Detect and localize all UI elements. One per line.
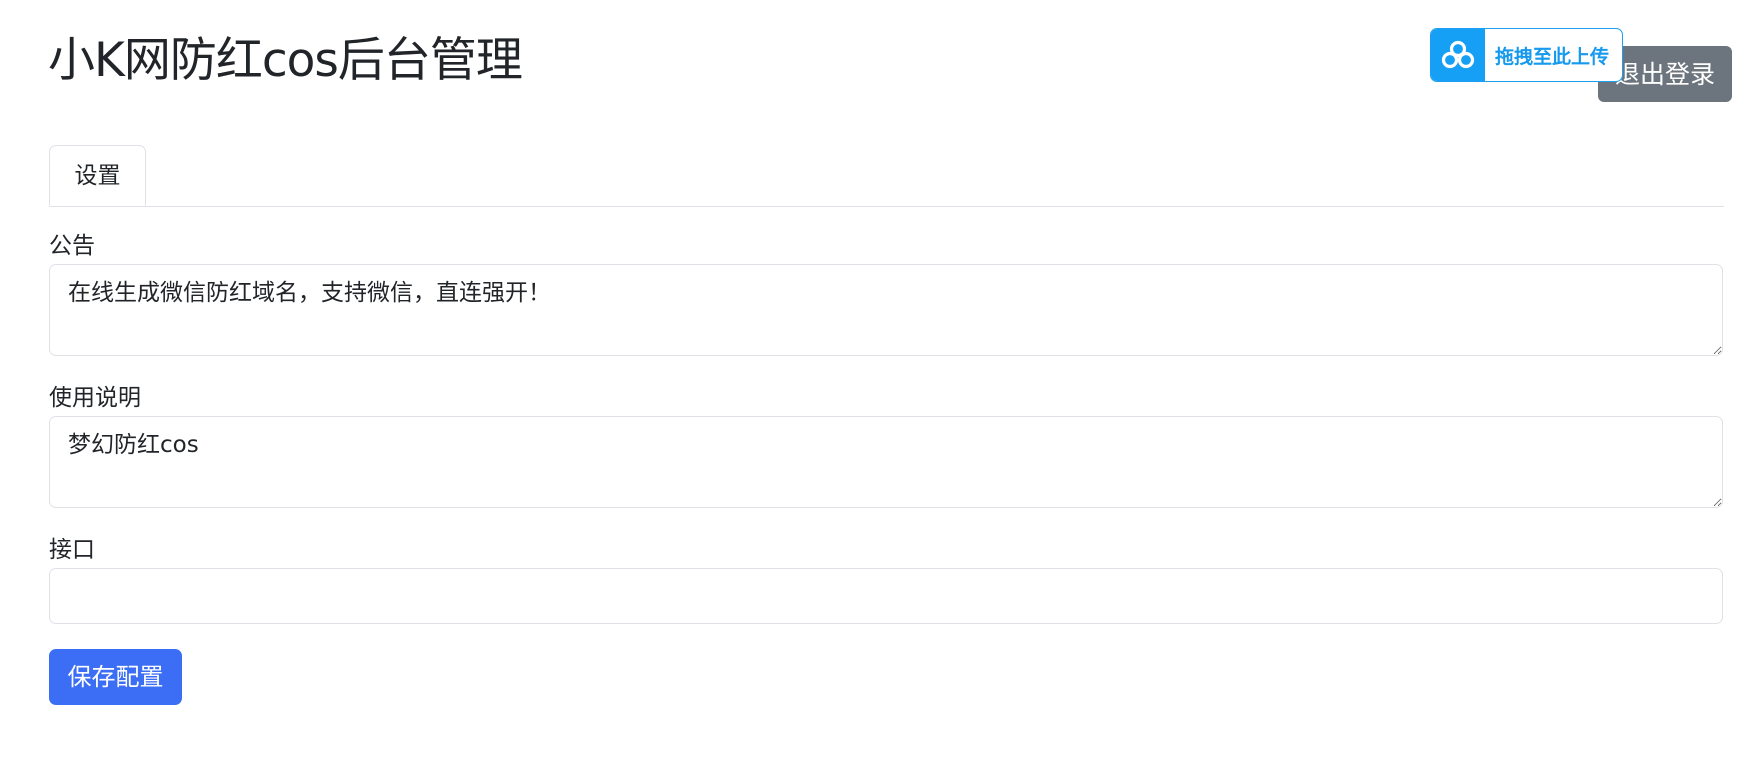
tab-settings[interactable]: 设置	[49, 145, 146, 206]
page-title: 小K网防红cos后台管理	[48, 33, 523, 88]
announcement-textarea[interactable]: 在线生成微信防红域名，支持微信，直连强开！	[49, 264, 1723, 356]
api-input[interactable]	[49, 568, 1723, 624]
tab-bar: 设置	[49, 145, 1724, 207]
save-config-button[interactable]: 保存配置	[49, 649, 182, 705]
instructions-label: 使用说明	[49, 385, 141, 411]
api-label: 接口	[49, 537, 95, 563]
instructions-textarea[interactable]: 梦幻防红cos	[49, 416, 1723, 508]
announcement-label: 公告	[49, 233, 95, 259]
cloud-upload-icon	[1431, 29, 1485, 81]
upload-dropzone[interactable]: 拖拽至此上传	[1430, 28, 1623, 82]
upload-label: 拖拽至此上传	[1495, 45, 1610, 68]
